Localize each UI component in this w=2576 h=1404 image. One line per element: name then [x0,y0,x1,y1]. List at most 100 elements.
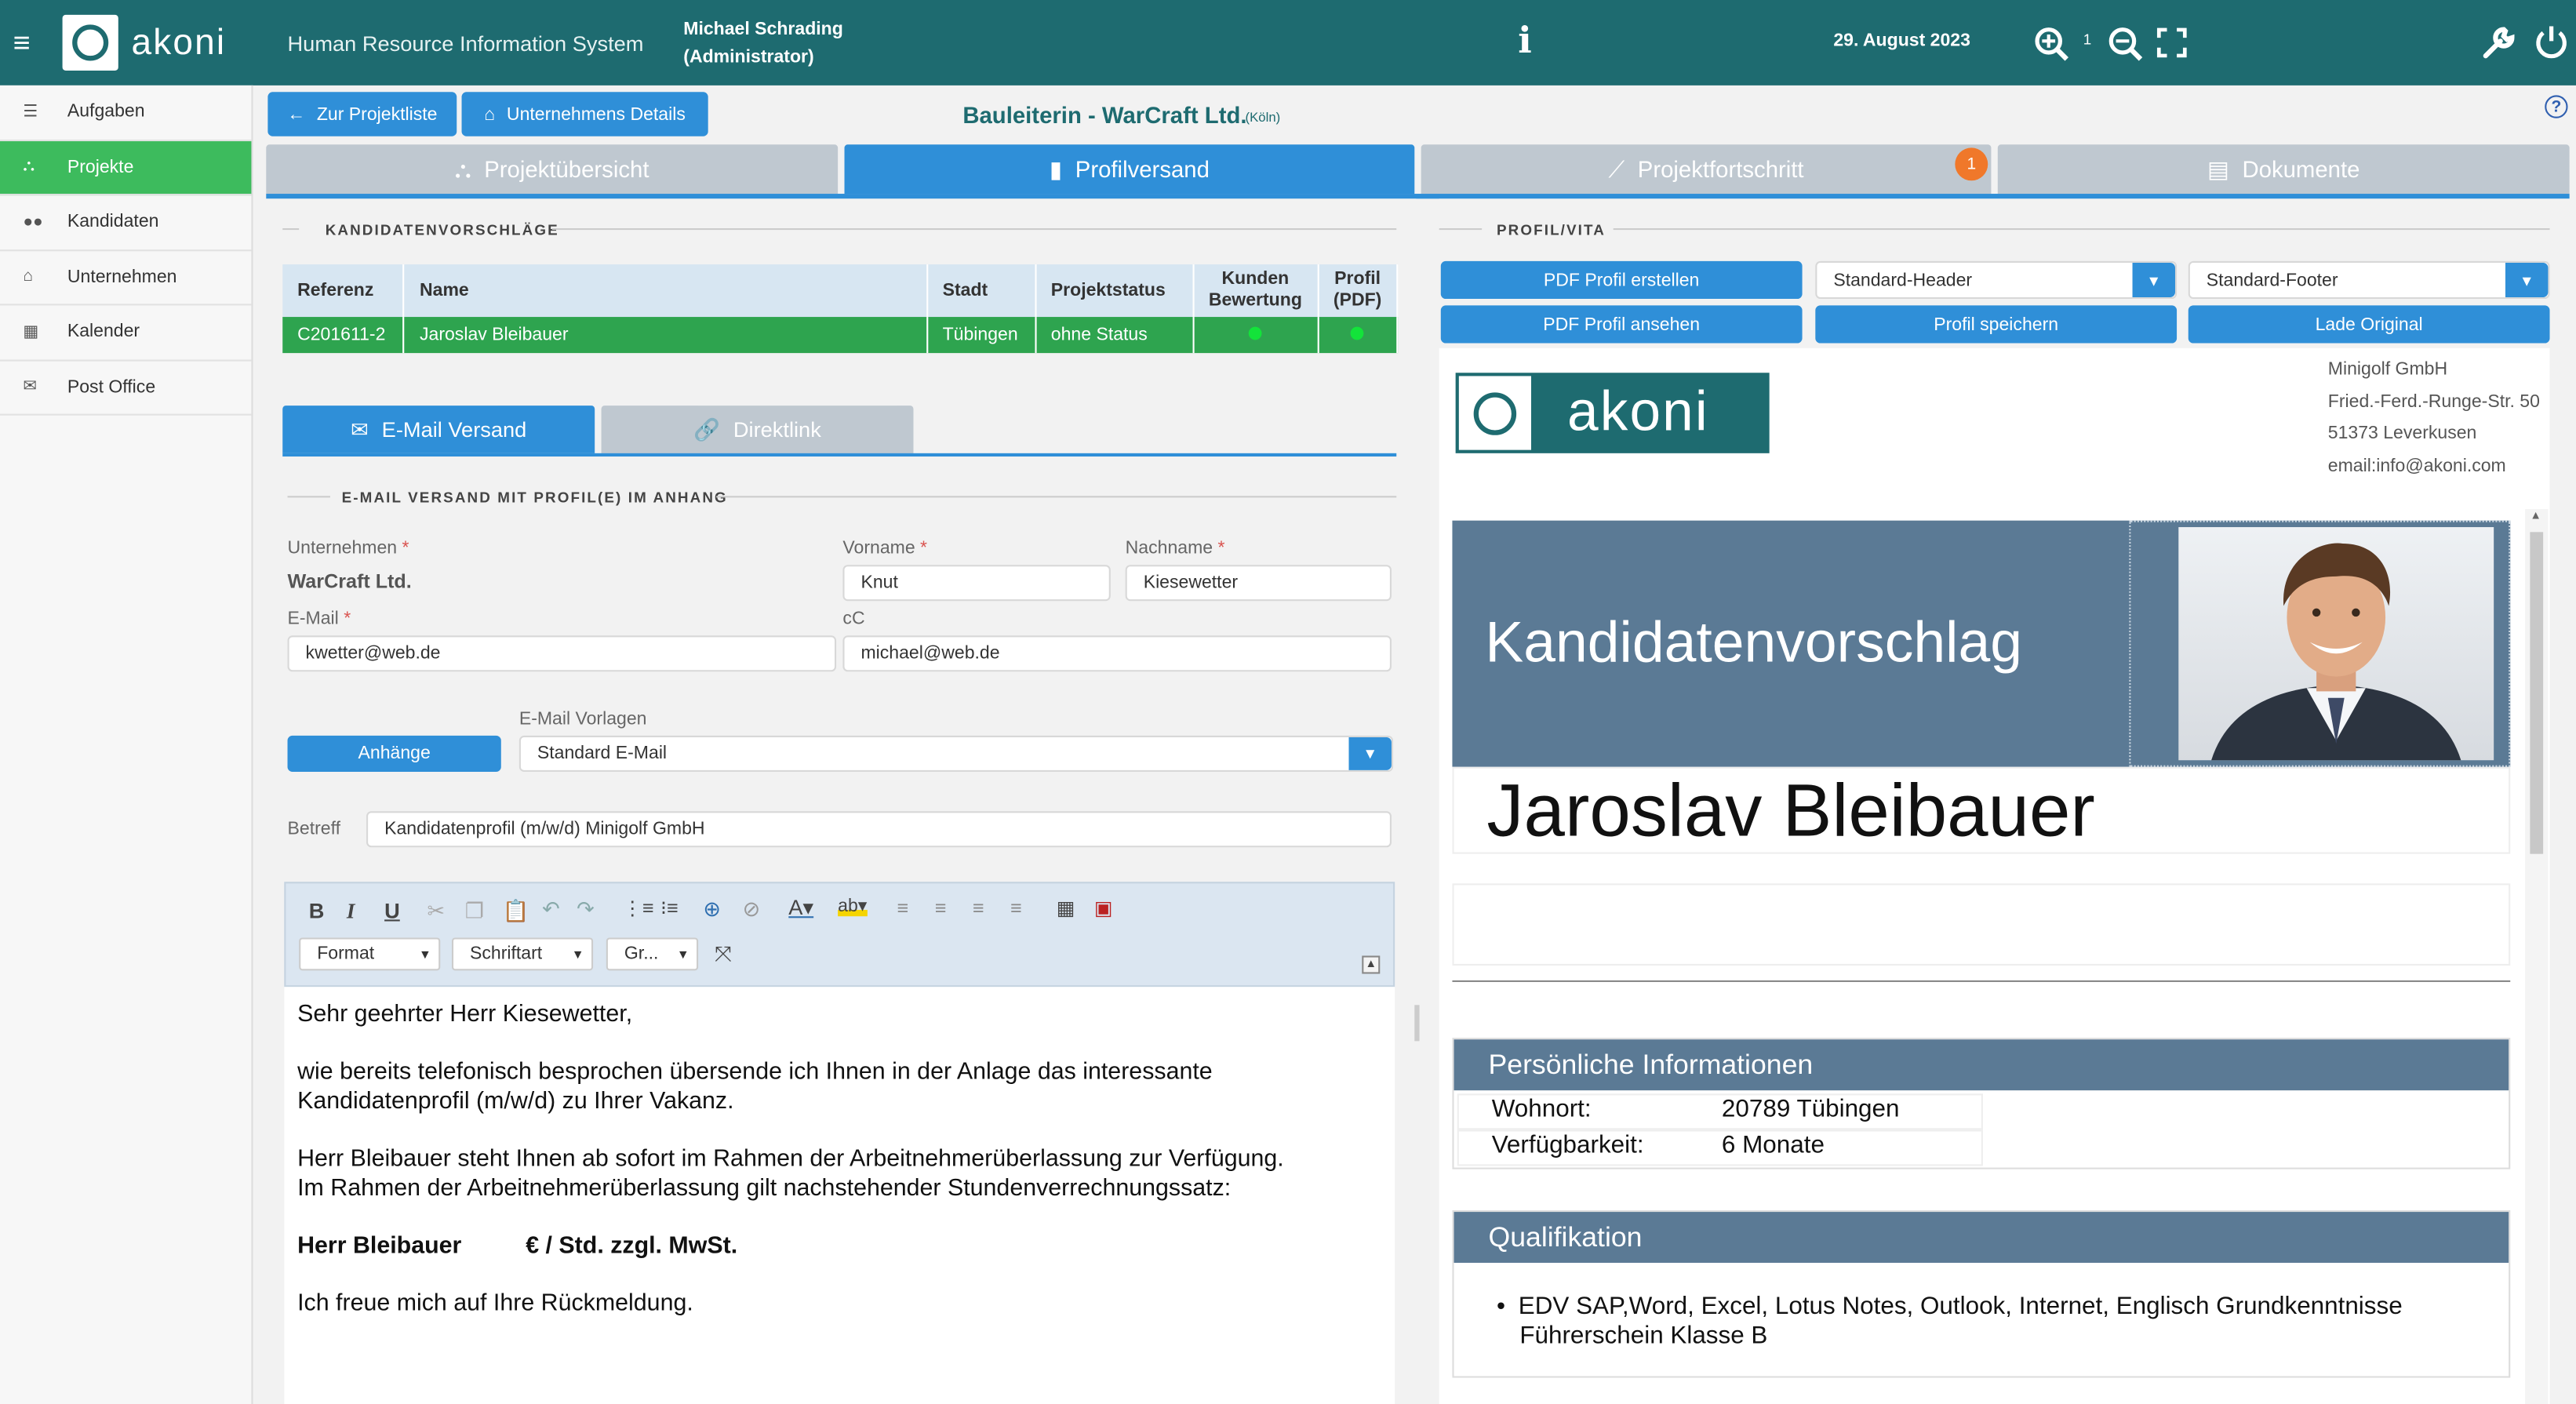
text-color-icon[interactable]: A▾ [788,895,813,921]
copy-icon[interactable]: ❐ [465,898,484,924]
align-right-icon[interactable]: ≡ [973,897,984,919]
col-status[interactable]: Projektstatus [1035,264,1194,318]
bank-icon: ⌂ [484,104,496,125]
sidebar-item-kandidaten[interactable]: ●● Kandidaten [0,195,252,251]
underline-icon[interactable]: U [384,898,400,922]
sidebar-item-kalender[interactable]: ▦ Kalender [0,305,252,361]
zoom-out-icon[interactable] [2108,26,2144,62]
sidebar-item-post-office[interactable]: ✉ Post Office [0,361,252,416]
col-bewertung[interactable]: Kunden Bewertung [1192,264,1319,318]
info-row: Wohnort: 20789 Tübingen [1457,1093,1983,1130]
help-icon[interactable]: ? [2545,95,2568,118]
envelope-icon: ✉ [23,378,37,397]
footer-select[interactable]: Standard-Footer ▼ [2188,260,2550,300]
vita-preview[interactable]: akoni Minigolf GmbH Fried.-Ferd.-Runge-S… [1439,347,2550,1404]
cut-icon[interactable]: ✂ [428,898,446,924]
col-stadt[interactable]: Stadt [926,264,1036,318]
bold-icon[interactable]: B [309,898,325,922]
view-pdf-button[interactable]: PDF Profil ansehen [1440,305,1803,344]
info-value: 6 Monate [1721,1131,1825,1160]
sidebar-item-unternehmen[interactable]: ⌂ Unternehmen [0,250,252,306]
email-input[interactable]: kwetter@web.de [287,635,837,672]
zoom-in-icon[interactable] [2034,26,2070,62]
italic-icon[interactable]: I [347,898,355,924]
tab-email-versand[interactable]: ✉ E-Mail Versand [282,406,595,453]
tab-projektfortschritt[interactable]: ⟋ Projektfortschritt [1421,144,1992,195]
table-icon[interactable]: ▦ [1057,897,1075,919]
power-icon[interactable] [2534,24,2570,60]
project-title: Bauleiterin - WarCraft Ltd. [962,101,1247,129]
company-details-button[interactable]: ⌂ Unternehmens Details [461,92,708,136]
sidebar-item-label: Kandidaten [67,212,159,232]
rate-line: Herr Bleibauer € / Std. zzgl. MwSt. [297,1231,1381,1261]
attachments-button[interactable]: Anhänge [287,735,501,772]
maximize-icon[interactable]: ⤧ [715,941,732,967]
label-text: Vorname [842,538,915,558]
col-profil-pdf[interactable]: Profil (PDF) [1317,264,1399,318]
resize-handle[interactable] [1414,1005,1420,1042]
format-select[interactable]: Format [299,937,441,971]
back-to-projects-button[interactable]: ← Zur Projektliste [267,92,457,136]
sitemap-icon: ⛬ [454,155,471,182]
tab-profilversand[interactable]: ▮ Profilversand [844,144,1415,195]
lastname-input[interactable]: Kiesewetter [1125,565,1392,602]
image-icon[interactable]: ▣ [1094,897,1113,919]
redo-icon[interactable]: ↷ [577,897,595,922]
chart-line-icon: ⟋ [1608,155,1625,182]
tab-dokumente[interactable]: ▤ Dokumente [1997,144,2570,195]
tab-label: Direktlink [733,416,821,442]
tab-direktlink[interactable]: 🔗 Direktlink [601,406,914,453]
align-left-icon[interactable]: ≡ [897,897,909,919]
paste-icon[interactable]: 📋 [503,898,529,924]
template-select[interactable]: Standard E-Mail ▼ [518,735,1394,772]
size-select[interactable]: Gr... [606,937,699,971]
header-select[interactable]: Standard-Header ▼ [1815,260,2178,300]
cell-stadt: Tübingen [926,317,1036,354]
undo-icon[interactable]: ↶ [542,897,560,922]
vita-title: Kandidatenvorschlag [1485,610,2023,675]
address-line: 51373 Leverkusen [2327,424,2477,444]
save-profile-button[interactable]: Profil speichern [1815,305,2178,344]
col-referenz[interactable]: Referenz [282,264,406,318]
status-dot [1351,326,1365,340]
info-row: Verfügbarkeit: 6 Monate [1457,1129,1983,1166]
sidebar-item-projekte[interactable]: ⛬ Projekte [0,140,252,196]
email-body-editor[interactable]: Sehr geehrter Herr Kiesewetter, wie bere… [284,987,1395,1404]
highlight-icon[interactable]: ab▾ [838,895,868,917]
chevron-down-icon: ▼ [2132,262,2175,297]
menu-icon[interactable]: ≡ [13,26,31,60]
create-pdf-button[interactable]: PDF Profil erstellen [1440,260,1803,300]
sidebar-item-aufgaben[interactable]: ☰ Aufgaben [0,85,252,141]
subject-input[interactable]: Kandidatenprofil (m/w/d) Minigolf GmbH [366,811,1392,848]
bullet-list-icon[interactable]: ⁝≡ [660,897,679,919]
cell-status: ohne Status [1035,317,1194,354]
app-logo[interactable]: akoni [62,14,240,71]
numbered-list-icon[interactable]: ⋮≡ [623,897,654,919]
list-item: • EDV SAP,Word, Excel, Lotus Notes, Outlo… [1496,1292,2403,1321]
unlink-icon[interactable]: ⊘ [743,897,761,922]
scrollbar-thumb[interactable] [2530,532,2544,854]
info-icon[interactable]: i [1518,20,1532,62]
font-select[interactable]: Schriftart [451,937,594,971]
table-row[interactable]: C201611-2 Jaroslav Bleibauer Tübingen oh… [282,317,1399,354]
zoom-level: 1 [2083,31,2092,48]
col-name[interactable]: Name [404,264,928,318]
fullscreen-icon[interactable] [2156,27,2187,58]
link-icon[interactable]: ⊕ [703,897,721,922]
justify-icon[interactable]: ≡ [1010,897,1022,919]
vita-scrollbar[interactable]: ▲ [2525,509,2549,1404]
cc-input[interactable]: michael@web.de [842,635,1392,672]
envelope-icon: ✉ [351,416,369,442]
wrench-icon[interactable] [2481,24,2517,60]
sidebar-item-label: Unternehmen [67,267,177,287]
select-value: Standard-Header [1833,270,1973,290]
load-original-button[interactable]: Lade Original [2188,305,2550,344]
tab-projektuebersicht[interactable]: ⛬ Projektübersicht [266,144,839,195]
align-center-icon[interactable]: ≡ [935,897,947,919]
firstname-label: Vorname * [842,539,927,558]
scroll-up-icon[interactable]: ▲ [2530,511,2541,522]
button-label: Zur Projektliste [316,104,438,125]
firstname-input[interactable]: Knut [842,565,1111,602]
collapse-toolbar-icon[interactable]: ▲ [1362,955,1381,974]
qualification-title: Qualifikation [1454,1212,2509,1263]
